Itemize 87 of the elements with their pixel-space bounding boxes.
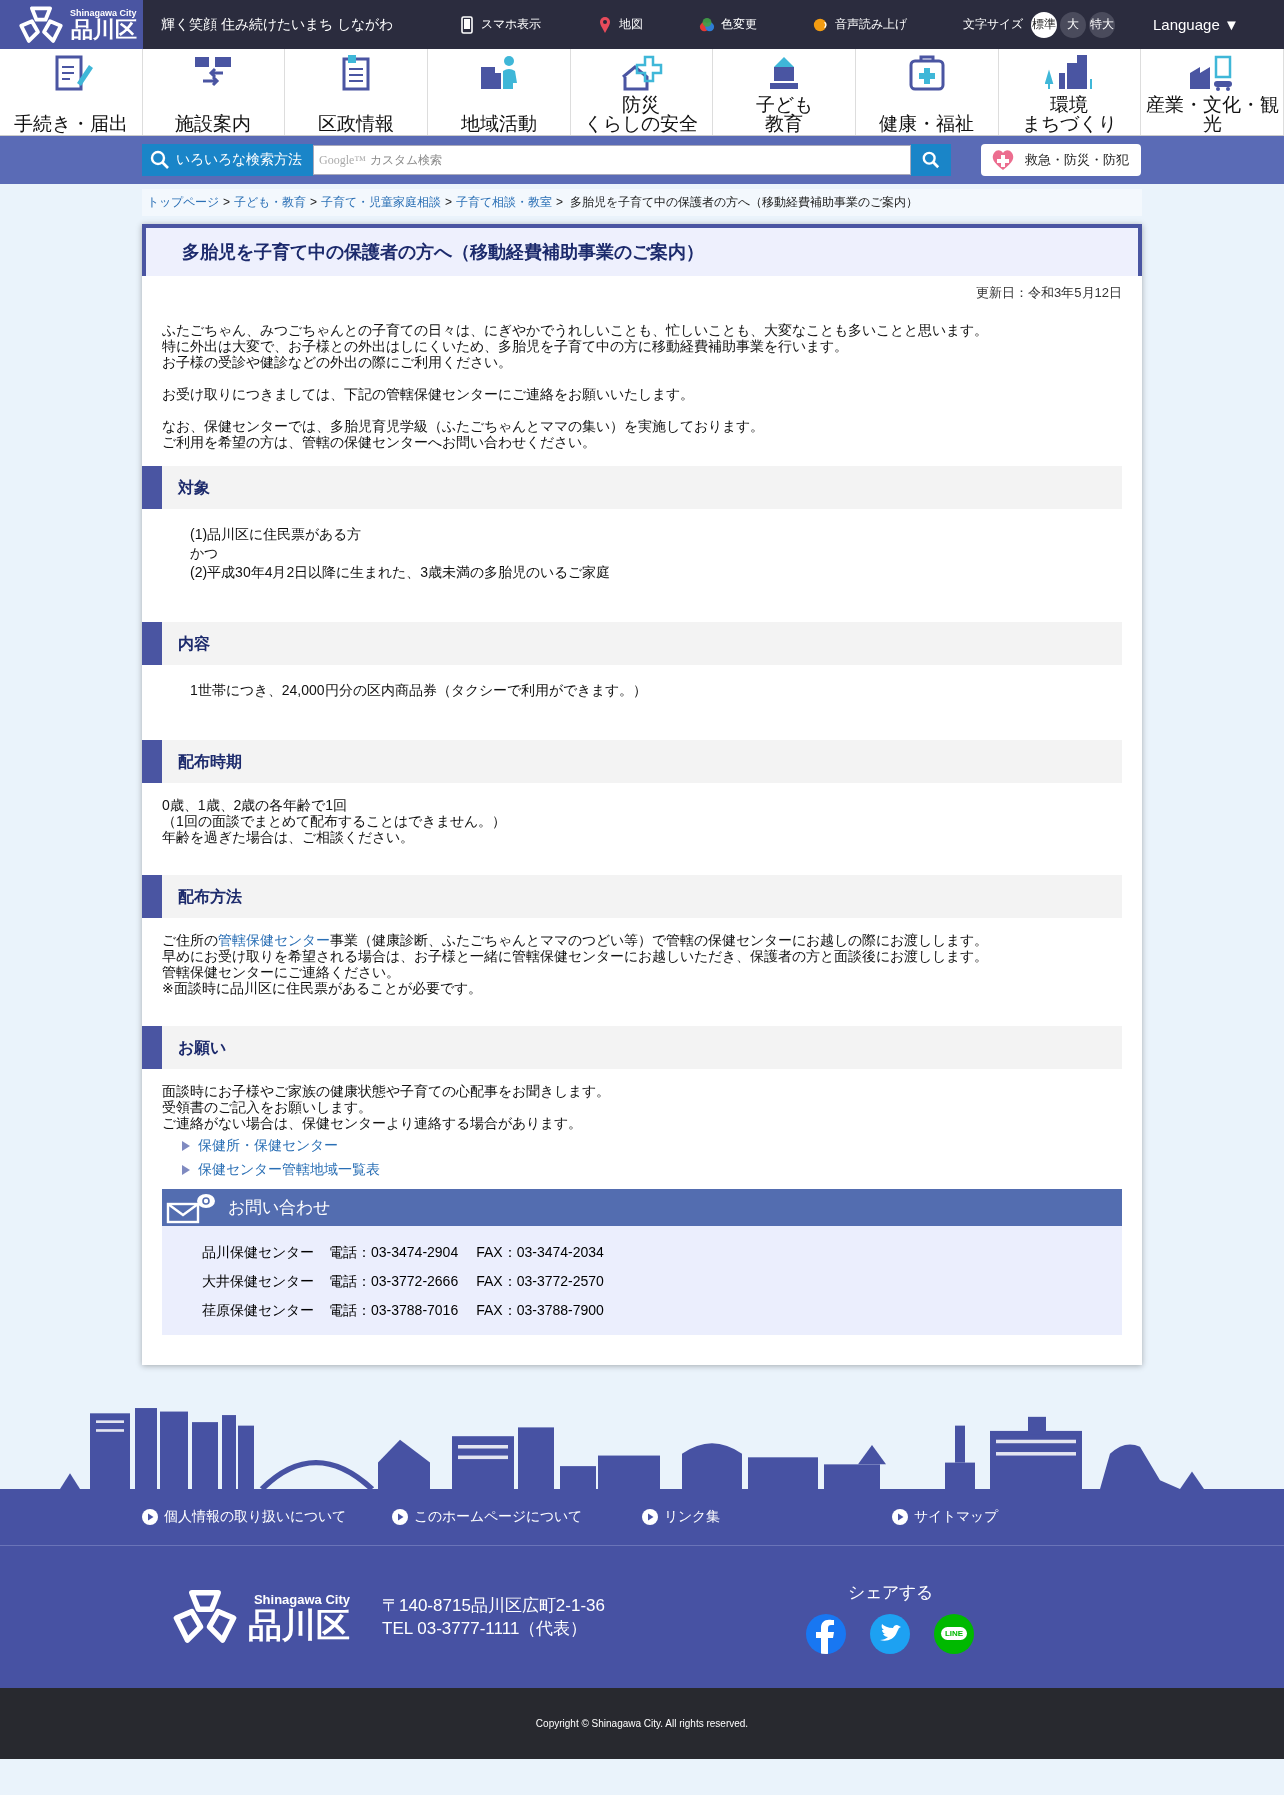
header-tool-link[interactable]: スマホ表示 [459, 15, 541, 34]
nav-tab[interactable]: 手続き・届出 [0, 49, 143, 135]
google-brand-text: Google™ [319, 153, 367, 168]
breadcrumb-separator: > [310, 195, 318, 209]
copyright-text: Copyright © Shinagawa City. All rights reserved. [535, 1718, 749, 1729]
logo-english-text: Shinagawa City [70, 7, 137, 18]
contact-title: お問い合わせ [228, 1197, 330, 1219]
phone-number: 電話：03-3474-2904 [329, 1243, 459, 1262]
breadcrumb-current: 多胎児を子育て中の保護者の方へ（移動経費補助事業のご案内） [570, 195, 919, 209]
intro-paragraph: ふたごちゃん、みつごちゃんとの子育ての日々は、にぎやかでうれしいことも、忙しいことも、大変なことも多いことと思います。 特に外出は大変で、お子様との外出はしにくいため、多胎児を子育て中の方に移動経費補助事業を行います。 お子様の受診や健診などの外出の際にご利用ください。 [162, 322, 989, 370]
header-tool-link[interactable]: 音声読み上げ [813, 15, 907, 34]
address-text: 〒140-8715品川区広町2-1-36 TEL 03-3777-1111（代表） [382, 1595, 606, 1640]
nav-tab[interactable]: 健康・福祉 [856, 49, 999, 135]
smartphone-icon [459, 15, 475, 34]
inline-link[interactable]: 管轄保健センター [218, 932, 330, 948]
section-text: 面談時にお子様やご家族の健康状態や子育ての心配事をお聞きします。 受領書のご記入をお願いします。 ご連絡がない場合は、保健センターより連絡する場合があります。 [162, 1083, 611, 1131]
share-label: シェアする [847, 1581, 933, 1604]
phone-number: 電話：03-3788-7016 [329, 1301, 459, 1320]
breadcrumb-link[interactable]: 子ども・教育 [234, 195, 306, 209]
breadcrumb-link[interactable]: トップページ [147, 195, 219, 209]
section-heading: 配布時期 [142, 740, 1122, 783]
section-heading: 内容 [142, 622, 1122, 665]
header-tool-link[interactable]: 色変更 [699, 15, 757, 34]
play-circle-icon [392, 1509, 408, 1525]
search-icon [150, 150, 170, 170]
play-circle-icon [892, 1509, 908, 1525]
breadcrumb-separator: > [223, 195, 230, 209]
font-size-button[interactable]: 標準 [1031, 11, 1057, 38]
logo-icon [18, 5, 64, 44]
map-pin-icon [597, 15, 613, 34]
logo-japanese-text: 品川区 [70, 17, 137, 42]
triangle-bullet-icon [182, 1165, 190, 1175]
related-link[interactable]: 保健センター管轄地域一覧表 [198, 1161, 380, 1179]
footer-link[interactable]: このホームページについて [392, 1508, 642, 1526]
bird-icon[interactable] [870, 1613, 910, 1654]
breadcrumb-separator: > [556, 195, 564, 209]
play-circle-icon [142, 1509, 158, 1525]
phone-number: 電話：03-3772-2666 [329, 1272, 459, 1291]
nav-tab[interactable]: 産業・文化・観光 [1141, 49, 1284, 135]
page-title: 多胎児を子育て中の保護者の方へ（移動経費補助事業のご案内） [142, 228, 1142, 276]
font-size-button[interactable]: 大 [1060, 11, 1086, 38]
logo-english-text: Shinagawa City [253, 1591, 350, 1607]
breadcrumb-link[interactable]: 子育て相談・教室 [456, 195, 553, 209]
heart-cross-icon [991, 149, 1015, 171]
fax-number: FAX：03-3772-2570 [476, 1272, 604, 1291]
breadcrumb-link[interactable]: 子育て・児童家庭相談 [321, 195, 442, 209]
section-heading: 配布方法 [142, 875, 1122, 918]
footer-link[interactable]: 個人情報の取り扱いについて [142, 1508, 392, 1526]
logo-icon [172, 1589, 238, 1645]
header-tool-link[interactable]: 地図 [597, 15, 643, 34]
breadcrumb-separator: > [445, 195, 453, 209]
nav-tab[interactable]: 子ども 教育 [713, 49, 856, 135]
tagline: 輝く笑顔 住み続けたいまち しながわ [161, 15, 394, 34]
color-circles-icon [699, 15, 715, 34]
fax-number: FAX：03-3474-2034 [476, 1243, 604, 1262]
logo-japanese-text: 品川区 [248, 1606, 350, 1643]
center-name: 品川保健センター [202, 1243, 314, 1262]
triangle-bullet-icon [182, 1141, 190, 1151]
search-icon [922, 151, 940, 169]
related-link[interactable]: 保健所・保健センター [198, 1137, 338, 1155]
language-button[interactable]: Language ▼ [1147, 15, 1245, 34]
intro-paragraph: なお、保健センターでは、多胎児育児学級（ふたごちゃんとママの集い）を実施しております。 ご利用を希望の方は、管轄の保健センターへお問い合わせください。 [162, 418, 765, 450]
footer-link[interactable]: リンク集 [642, 1508, 892, 1526]
emergency-button[interactable]: 救急・防災・防犯 [981, 144, 1141, 176]
nav-tab[interactable]: 防災 くらしの安全 [570, 49, 714, 135]
section-heading: お願い [142, 1026, 1122, 1069]
font-size-button[interactable]: 特大 [1089, 11, 1115, 38]
updated-date: 更新日：令和3年5月12日 [975, 284, 1122, 302]
font-size-label: 文字サイズ [963, 16, 1023, 33]
nav-tab[interactable]: 環境 まちづくり [998, 49, 1142, 135]
section-text: 0歳、1歳、2歳の各年齢で1回 （1回の面談でまとめて配布することはできません。） 年齢を過ぎた場合は、ご相談ください。 [162, 797, 507, 845]
footer-link[interactable]: サイトマップ [892, 1508, 1142, 1526]
fax-number: FAX：03-3788-7900 [476, 1301, 604, 1320]
facebook-icon[interactable] [806, 1613, 846, 1654]
search-method-button[interactable]: いろいろな検索方法 [142, 144, 313, 176]
section-heading: 対象 [142, 466, 1122, 509]
search-button[interactable] [911, 144, 951, 176]
nav-tab[interactable]: 区政情報 [285, 49, 428, 135]
section-text: (1)品川区に住民票がある方 かつ (2)平成30年4月2日以降に生まれた、3歳未満の多胎児のいるご家庭 [190, 525, 612, 582]
intro-paragraph: お受け取りにつきましては、下記の管轄保健センターにご連絡をお願いいたします。 [162, 386, 695, 402]
section-text: ご住所の管轄保健センター事業（健康診断、ふたごちゃんとママのつどい等）で管轄の保健センターにお越しの際にお渡しします。 早めにお受け取りを希望される場合は、お子様と一緒に管轄保健センターにお越しいただき、保護者の方と面談後にお渡しします。 管轄保健センターにご連絡ください。 ※面談時に品川区に住民票があることが必要です。 [162, 932, 989, 996]
play-circle-icon [642, 1509, 658, 1525]
center-name: 大井保健センター [202, 1272, 314, 1291]
nav-tab[interactable]: 地域活動 [428, 49, 571, 135]
center-name: 荏原保健センター [202, 1301, 314, 1320]
nav-tab[interactable]: 施設案内 [142, 49, 286, 135]
section-text: 1世帯につき、24,000円分の区内商品券（タクシーで利用ができます。） [190, 681, 648, 700]
